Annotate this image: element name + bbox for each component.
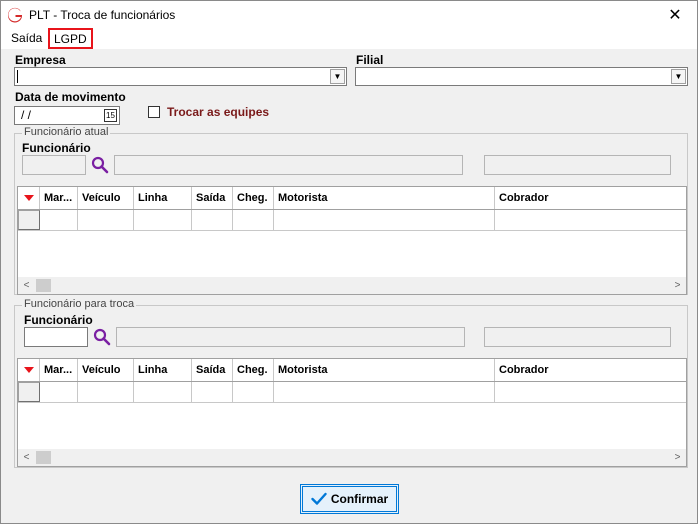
scroll-left-icon[interactable]: < [18, 277, 35, 294]
scroll-right-icon[interactable]: > [669, 449, 686, 466]
table-cell[interactable] [233, 210, 274, 230]
table-cell[interactable] [274, 210, 495, 230]
data-movimento-label: Data de movimento [15, 90, 126, 104]
funcionario-atual-label: Funcionário [22, 141, 91, 155]
grid-funcionario-troca: Mar... Veículo Linha Saída Cheg. Motoris… [17, 358, 687, 467]
menu-bar: Saída LGPD [1, 28, 697, 49]
scroll-right-icon[interactable]: > [669, 277, 686, 294]
group-atual-title: Funcionário atual [22, 126, 111, 138]
row-indicator[interactable] [18, 210, 40, 230]
column-header-cheg[interactable]: Cheg. [233, 359, 274, 381]
column-header-cobrador[interactable]: Cobrador [495, 187, 686, 209]
filial-select[interactable]: ▼ [355, 67, 688, 86]
grid-indicator-header[interactable] [18, 359, 40, 381]
menu-item-lgpd[interactable]: LGPD [48, 28, 93, 49]
column-header-mar[interactable]: Mar... [40, 187, 78, 209]
table-row[interactable] [18, 382, 686, 403]
data-movimento-value: / / [21, 108, 32, 122]
column-header-cobrador[interactable]: Cobrador [495, 359, 686, 381]
scroll-left-icon[interactable]: < [18, 449, 35, 466]
funcionario-atual-name-field [114, 155, 463, 175]
grid-funcionario-atual: Mar... Veículo Linha Saída Cheg. Motoris… [17, 186, 687, 295]
search-icon[interactable] [91, 156, 109, 174]
triangle-down-icon [23, 195, 34, 201]
triangle-down-icon [23, 367, 34, 373]
table-cell[interactable] [78, 210, 134, 230]
group-troca-title: Funcionário para troca [22, 298, 137, 310]
data-movimento-input[interactable]: / / 15 [14, 106, 120, 125]
table-cell[interactable] [134, 382, 192, 402]
table-cell[interactable] [192, 382, 233, 402]
row-indicator[interactable] [18, 382, 40, 402]
horizontal-scrollbar[interactable]: < > [18, 277, 686, 294]
empresa-select[interactable]: ▼ [14, 67, 347, 86]
main-window: PLT - Troca de funcionários ✕ Saída LGPD… [0, 0, 698, 524]
empresa-label: Empresa [15, 53, 66, 67]
table-cell[interactable] [134, 210, 192, 230]
column-header-motorista[interactable]: Motorista [274, 359, 495, 381]
column-header-veiculo[interactable]: Veículo [78, 359, 134, 381]
menu-item-saida[interactable]: Saída [11, 31, 42, 45]
column-header-linha[interactable]: Linha [134, 187, 192, 209]
table-cell[interactable] [40, 210, 78, 230]
funcionario-troca-label: Funcionário [24, 313, 93, 327]
table-cell[interactable] [495, 210, 686, 230]
column-header-motorista[interactable]: Motorista [274, 187, 495, 209]
column-header-cheg[interactable]: Cheg. [233, 187, 274, 209]
window-title: PLT - Troca de funcionários [29, 8, 176, 22]
column-header-mar[interactable]: Mar... [40, 359, 78, 381]
column-header-linha[interactable]: Linha [134, 359, 192, 381]
chevron-down-icon[interactable]: ▼ [671, 69, 686, 84]
funcionario-atual-extra-field [484, 155, 671, 175]
grid-indicator-header[interactable] [18, 187, 40, 209]
grid-header: Mar... Veículo Linha Saída Cheg. Motoris… [18, 187, 686, 210]
table-cell[interactable] [192, 210, 233, 230]
text-caret [17, 70, 18, 83]
funcionario-troca-extra-field [484, 327, 671, 347]
scroll-thumb[interactable] [36, 451, 51, 464]
trocar-equipes-checkbox[interactable] [148, 106, 160, 118]
horizontal-scrollbar[interactable]: < > [18, 449, 686, 466]
grid-header: Mar... Veículo Linha Saída Cheg. Motoris… [18, 359, 686, 382]
app-logo-icon [7, 7, 23, 23]
table-row[interactable] [18, 210, 686, 231]
scroll-thumb[interactable] [36, 279, 51, 292]
search-icon[interactable] [93, 328, 111, 346]
table-cell[interactable] [40, 382, 78, 402]
confirm-label: Confirmar [330, 492, 389, 506]
table-cell[interactable] [274, 382, 495, 402]
menu-lgpd-label: LGPD [54, 32, 87, 46]
column-header-saida[interactable]: Saída [192, 187, 233, 209]
confirm-button[interactable]: Confirmar [300, 484, 399, 514]
chevron-down-icon[interactable]: ▼ [330, 69, 345, 84]
table-cell[interactable] [233, 382, 274, 402]
table-cell[interactable] [78, 382, 134, 402]
close-icon: ✕ [668, 6, 682, 24]
column-header-saida[interactable]: Saída [192, 359, 233, 381]
title-bar: PLT - Troca de funcionários ✕ [1, 1, 697, 28]
filial-label: Filial [356, 53, 384, 67]
close-button[interactable]: ✕ [653, 1, 697, 28]
column-header-veiculo[interactable]: Veículo [78, 187, 134, 209]
table-cell[interactable] [495, 382, 686, 402]
trocar-equipes-label: Trocar as equipes [167, 105, 270, 119]
menu-saida-label: Saída [11, 31, 43, 45]
funcionario-troca-code-field[interactable] [24, 327, 88, 347]
funcionario-troca-name-field [116, 327, 465, 347]
funcionario-atual-code-field[interactable] [22, 155, 86, 175]
check-icon [311, 492, 327, 505]
calendar-icon[interactable]: 15 [104, 109, 117, 122]
